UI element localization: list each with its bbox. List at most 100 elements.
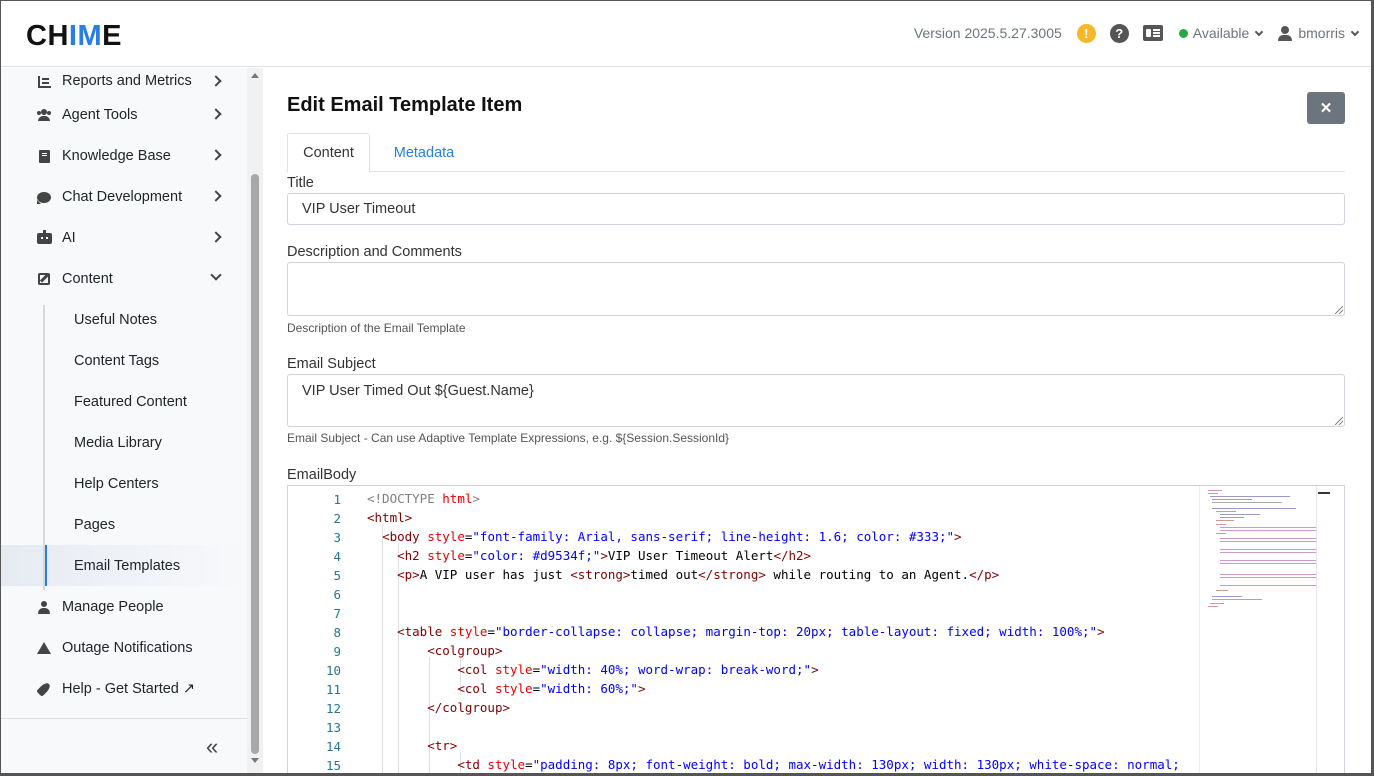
code-area[interactable]: <!DOCTYPE html> <html> <body style="font…	[367, 486, 1197, 773]
tab-bar: Content Metadata	[287, 133, 1345, 173]
minimap-cursor-marker	[1318, 492, 1330, 494]
collapse-sidebar-icon[interactable]: «	[206, 734, 218, 760]
line-number: 14	[325, 739, 341, 754]
line-number: 6	[333, 587, 341, 602]
version-text: Version 2025.5.27.3005	[913, 25, 1062, 41]
username-label: bmorris	[1298, 25, 1345, 41]
app-window: CHIME Version 2025.5.27.3005 ! ? Availab…	[0, 0, 1374, 776]
chevron-down-icon	[1255, 27, 1264, 36]
editor-scrollbar[interactable]	[1316, 486, 1317, 773]
sidebar-item-manage-people[interactable]: Manage People	[1, 586, 247, 627]
user-icon	[1278, 25, 1293, 41]
code-line: <col style="width: 40%; word-wrap: break…	[457, 662, 819, 677]
line-number: 11	[325, 682, 341, 697]
code-line: <p>A VIP user has just <strong>timed out…	[397, 567, 1000, 582]
user-menu[interactable]: bmorris	[1278, 25, 1360, 41]
top-bar: CHIME Version 2025.5.27.3005 ! ? Availab…	[1, 1, 1371, 67]
user-icon	[36, 599, 52, 615]
code-minimap[interactable]	[1199, 486, 1316, 773]
header-right: Version 2025.5.27.3005 ! ? Available bmo…	[913, 22, 1360, 44]
sidebar-item-ai[interactable]: AI	[1, 217, 247, 258]
sidebar-item-reports[interactable]: Reports and Metrics	[1, 68, 247, 94]
page-title: Edit Email Template Item	[287, 94, 523, 116]
sidebar: Reports and Metrics Agent Tools Knowledg…	[1, 68, 247, 773]
sidebar-item-chat-development[interactable]: Chat Development	[1, 176, 247, 217]
status-dot-icon	[1178, 28, 1188, 38]
bar-chart-icon	[36, 74, 52, 90]
chevron-down-icon	[210, 269, 222, 281]
tab-metadata[interactable]: Metadata	[385, 133, 463, 172]
chevron-right-icon	[210, 190, 222, 202]
sidebar-footer: «	[1, 718, 247, 773]
code-line: <!DOCTYPE html>	[367, 491, 480, 506]
chevron-right-icon	[210, 75, 222, 87]
chat-icon	[36, 189, 52, 205]
title-label: Title	[287, 175, 314, 191]
resize-handle-icon[interactable]	[1335, 417, 1343, 425]
sidebar-subitem-media-library[interactable]: Media Library	[1, 422, 247, 463]
code-editor[interactable]: 1 2 3 4 5 6 7 8 9 10 11 12 13 14 15 <!DO…	[287, 485, 1345, 773]
code-line: <body style="font-family: Arial, sans-se…	[382, 529, 962, 544]
scrollbar-thumb[interactable]	[251, 174, 259, 754]
line-number: 7	[333, 606, 341, 621]
book-icon	[36, 148, 52, 164]
sidebar-subitem-pages[interactable]: Pages	[1, 504, 247, 545]
line-number: 3	[333, 530, 341, 545]
line-number: 1	[333, 492, 341, 507]
code-line: <col style="width: 60%;">	[457, 681, 646, 696]
edit-icon	[36, 271, 52, 287]
sidebar-item-agent-tools[interactable]: Agent Tools	[1, 94, 247, 135]
help-icon[interactable]: ?	[1109, 23, 1129, 43]
line-number-gutter: 1 2 3 4 5 6 7 8 9 10 11 12 13 14 15	[288, 486, 353, 773]
sidebar-subitem-help-centers[interactable]: Help Centers	[1, 463, 247, 504]
email-body-label: EmailBody	[287, 467, 357, 483]
chime-logo[interactable]: CHIME	[26, 20, 122, 53]
sidebar-subitem-content-tags[interactable]: Content Tags	[1, 340, 247, 381]
contact-card-icon[interactable]	[1142, 25, 1163, 41]
line-number: 2	[333, 511, 341, 526]
sidebar-item-outage-notifications[interactable]: Outage Notifications	[1, 627, 247, 668]
scroll-down-icon[interactable]	[251, 758, 259, 763]
warning-icon	[36, 640, 52, 656]
code-line: <html>	[367, 510, 413, 525]
subject-help: Email Subject - Can use Adaptive Templat…	[287, 431, 730, 445]
sidebar-subitem-featured-content[interactable]: Featured Content	[1, 381, 247, 422]
submenu-guide-line	[43, 305, 45, 590]
description-label: Description and Comments	[287, 244, 462, 260]
scroll-up-icon[interactable]	[251, 73, 259, 78]
sidebar-item-knowledge-base[interactable]: Knowledge Base	[1, 135, 247, 176]
code-line: <h2 style="color: #d9534f;">VIP User Tim…	[397, 548, 812, 563]
sidebar-scrollbar[interactable]	[247, 68, 263, 773]
chevron-down-icon	[1350, 27, 1360, 36]
code-line: <table style="border-collapse: collapse;…	[397, 624, 1105, 639]
line-number: 4	[333, 549, 341, 564]
chevron-right-icon	[210, 231, 222, 243]
sidebar-item-content[interactable]: Content	[1, 258, 247, 299]
chevron-right-icon	[210, 149, 222, 161]
rocket-icon	[36, 681, 52, 697]
close-button[interactable]: ✕	[1307, 92, 1345, 124]
line-number: 9	[333, 644, 341, 659]
title-input[interactable]: VIP User Timeout	[287, 193, 1345, 225]
sidebar-item-help-get-started[interactable]: Help - Get Started ↗	[1, 668, 247, 709]
tab-content[interactable]: Content	[287, 133, 370, 173]
line-number: 13	[325, 720, 341, 735]
sidebar-subitem-useful-notes[interactable]: Useful Notes	[1, 299, 247, 340]
sidebar-nav: Reports and Metrics Agent Tools Knowledg…	[1, 68, 247, 709]
resize-handle-icon[interactable]	[1335, 306, 1343, 314]
line-number: 5	[333, 568, 341, 583]
code-line: <td style="padding: 8px; font-weight: bo…	[457, 757, 1180, 772]
chevron-right-icon	[210, 108, 222, 120]
description-textarea[interactable]	[287, 262, 1345, 316]
status-label: Available	[1192, 25, 1250, 41]
sidebar-subitem-email-templates[interactable]: Email Templates	[1, 545, 247, 586]
code-line: </colgroup>	[427, 700, 511, 715]
subject-textarea[interactable]: VIP User Timed Out ${Guest.Name}	[287, 374, 1345, 427]
status-dropdown[interactable]: Available	[1178, 25, 1264, 41]
line-number: 12	[325, 701, 341, 716]
line-number: 15	[325, 758, 341, 773]
people-icon	[36, 107, 52, 123]
line-number: 8	[333, 625, 341, 640]
warning-icon[interactable]: !	[1076, 23, 1096, 43]
code-line: <colgroup>	[427, 643, 503, 658]
